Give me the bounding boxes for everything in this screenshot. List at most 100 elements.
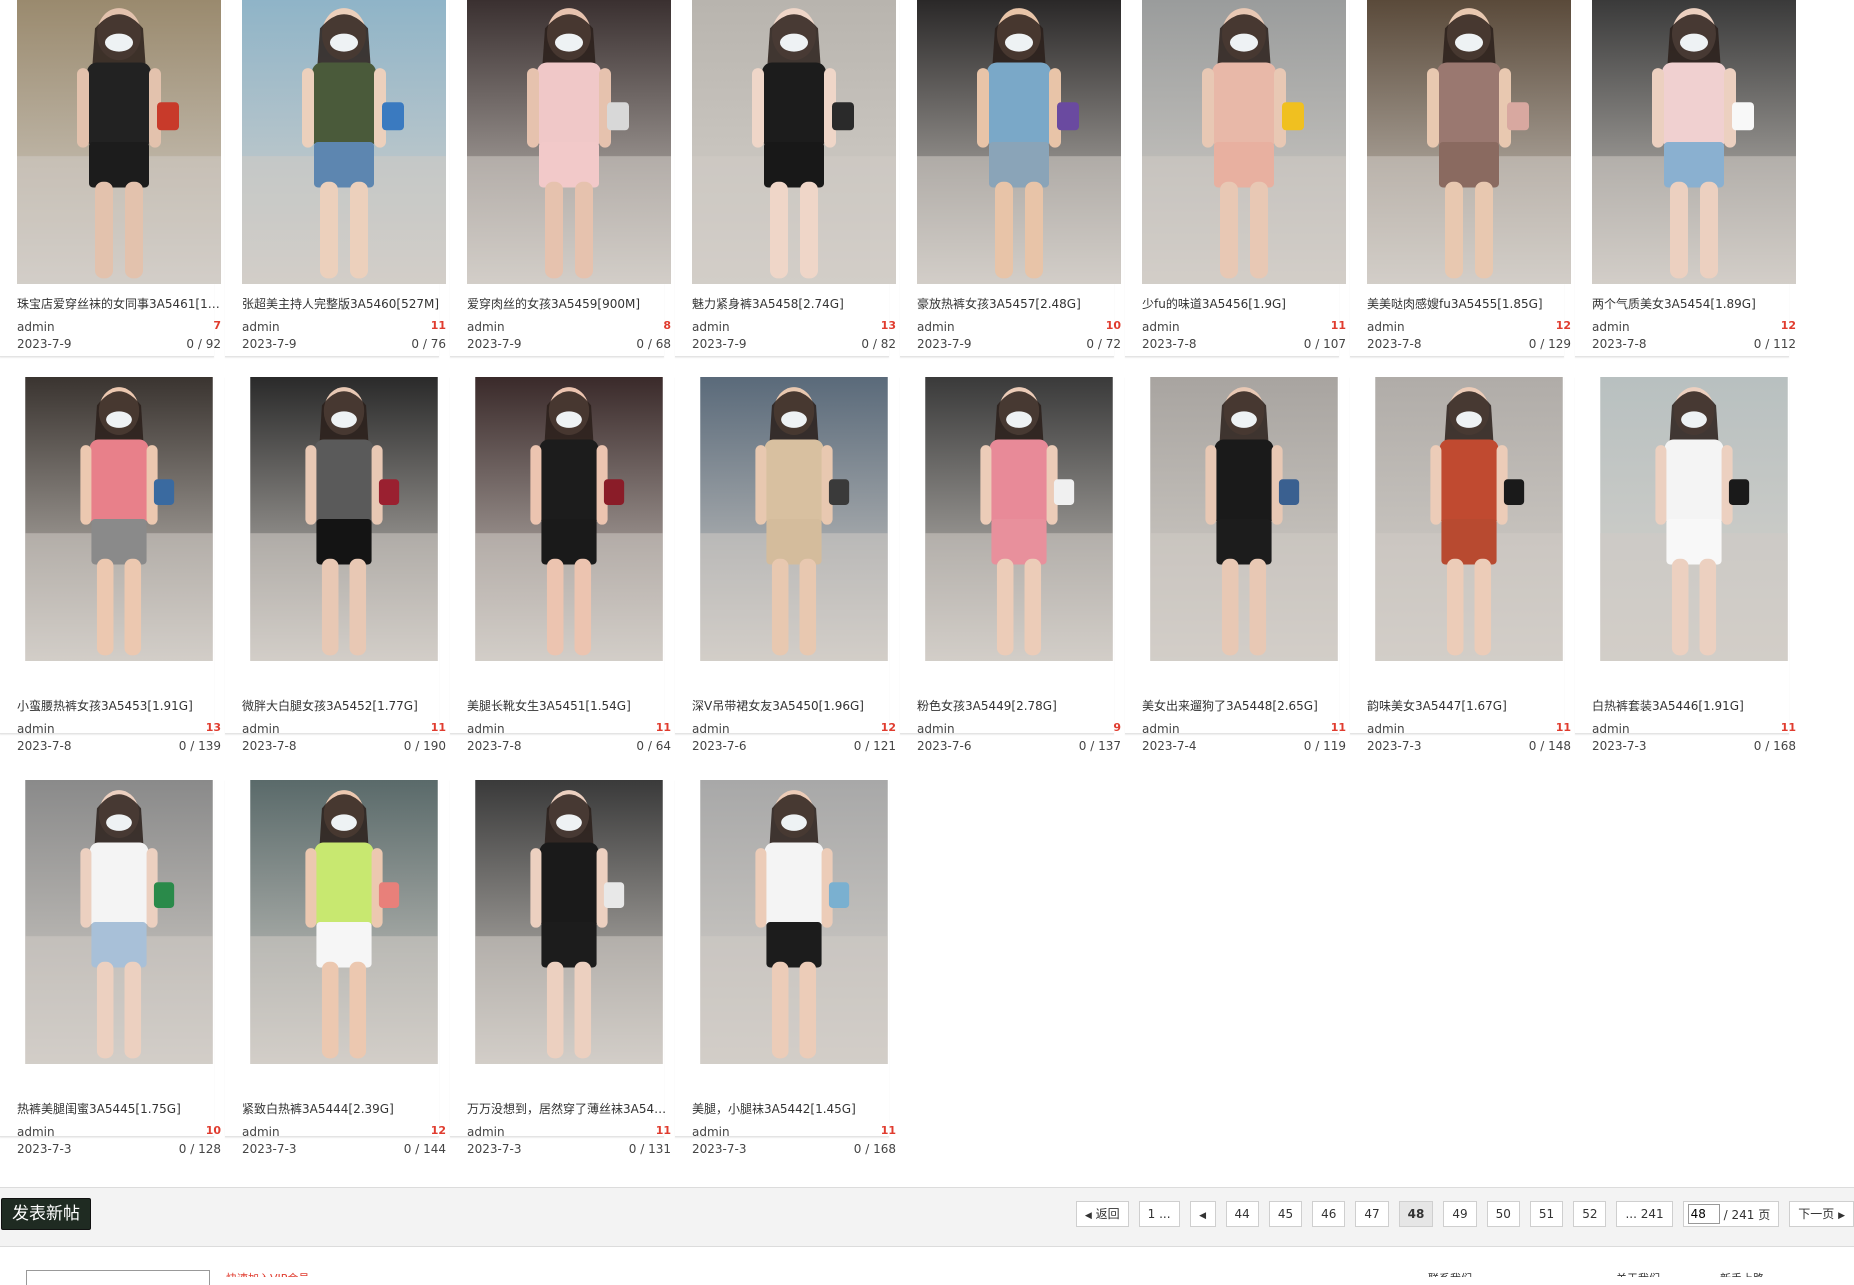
thread-author[interactable]: admin	[917, 320, 955, 334]
thread-thumbnail[interactable]	[1592, 377, 1796, 686]
thread-date: 2023-7-8	[467, 739, 522, 753]
thread-thumbnail[interactable]	[917, 0, 1121, 284]
photo-image	[700, 780, 888, 1064]
thread-title-link[interactable]: 小蛮腰热裤女孩3A5453[1.91G]	[17, 698, 221, 714]
footer-about-link[interactable]: 关于我们	[1616, 1270, 1660, 1277]
thread-thumbnail[interactable]	[242, 0, 446, 284]
page-51[interactable]: 51	[1529, 1201, 1564, 1227]
thread-title-link[interactable]: 豪放热裤女孩3A5457[2.48G]	[917, 296, 1121, 312]
page-47[interactable]: 47	[1355, 1201, 1389, 1227]
thread-thumbnail[interactable]	[692, 377, 896, 686]
thread-title-link[interactable]: 珠宝店爱穿丝袜的女同事3A5461[10...	[17, 296, 221, 312]
thread-title-link[interactable]: 韵味美女3A5447[1.67G]	[1367, 698, 1571, 714]
thread-date: 2023-7-8	[1142, 337, 1197, 351]
reply-count: 11	[1330, 319, 1346, 332]
thread-title-link[interactable]: 万万没想到，居然穿了薄丝袜3A544...	[467, 1101, 671, 1117]
thread-author[interactable]: admin	[692, 722, 730, 736]
thread-author[interactable]: admin	[17, 320, 55, 334]
thread-thumbnail[interactable]	[467, 377, 671, 686]
page-49[interactable]: 49	[1443, 1201, 1477, 1227]
thread-thumbnail[interactable]	[242, 377, 446, 686]
thread-title-link[interactable]: 美腿长靴女生3A5451[1.54G]	[467, 698, 671, 714]
thread-title-link[interactable]: 美腿，小腿袜3A5442[1.45G]	[692, 1101, 896, 1117]
footer-newbie-link[interactable]: 新手上路	[1720, 1270, 1764, 1277]
page-50[interactable]: 50	[1486, 1201, 1520, 1227]
thread-author[interactable]: admin	[1592, 320, 1630, 334]
thread-card: 深V吊带裙女友3A5450[1.96G] admin 12 2023-7-6 0 / 1…	[675, 377, 896, 753]
page-52[interactable]: 52	[1573, 1201, 1607, 1227]
thread-date: 2023-7-3	[467, 1142, 522, 1156]
back-button[interactable]: ◀ 返回	[1075, 1201, 1129, 1227]
footer-contact-link[interactable]: 联系我们	[1428, 1270, 1472, 1277]
thread-date: 2023-7-3	[242, 1142, 297, 1156]
thread-author[interactable]: admin	[17, 1125, 55, 1139]
view-count: 0 / 168	[853, 1142, 896, 1156]
thread-author[interactable]: admin	[242, 320, 280, 334]
thread-date: 2023-7-9	[242, 337, 297, 351]
thread-date: 2023-7-6	[917, 739, 972, 753]
thread-author[interactable]: admin	[692, 320, 730, 334]
thread-thumbnail[interactable]	[242, 780, 446, 1089]
thread-title-link[interactable]: 两个气质美女3A5454[1.89G]	[1592, 296, 1796, 312]
footer-vip-link[interactable]: 快速加入VIP会员	[226, 1270, 309, 1277]
thread-thumbnail[interactable]	[17, 377, 221, 686]
thread-author[interactable]: admin	[1142, 320, 1180, 334]
page-jump-input[interactable]	[1687, 1204, 1720, 1224]
view-count: 0 / 112	[1753, 337, 1796, 351]
thread-thumbnail[interactable]	[17, 780, 221, 1089]
thread-author[interactable]: admin	[242, 1125, 280, 1139]
thread-thumbnail[interactable]	[467, 780, 671, 1089]
page-44[interactable]: 44	[1225, 1201, 1259, 1227]
thread-author[interactable]: admin	[242, 722, 280, 736]
thread-thumbnail[interactable]	[17, 0, 221, 284]
thread-thumbnail[interactable]	[692, 0, 896, 284]
thread-author[interactable]: admin	[692, 1125, 730, 1139]
thread-author[interactable]: admin	[467, 722, 505, 736]
thread-title-link[interactable]: 紧致白热裤3A5444[2.39G]	[242, 1101, 446, 1117]
thread-author[interactable]: admin	[1592, 722, 1630, 736]
thread-card: 微胖大白腿女孩3A5452[1.77G] admin 11 2023-7-8 0 / 1…	[225, 377, 446, 753]
reply-count: 7	[213, 319, 221, 332]
page-46[interactable]: 46	[1312, 1201, 1346, 1227]
thread-author[interactable]: admin	[467, 320, 505, 334]
reply-count: 10	[1105, 319, 1121, 332]
thread-thumbnail[interactable]	[692, 780, 896, 1089]
thread-thumbnail[interactable]	[917, 377, 1121, 686]
thread-author[interactable]: admin	[917, 722, 955, 736]
thread-thumbnail[interactable]	[1367, 0, 1571, 284]
thread-thumbnail[interactable]	[1592, 0, 1796, 284]
thread-thumbnail[interactable]	[1367, 377, 1571, 686]
thread-card: 豪放热裤女孩3A5457[2.48G] admin 10 2023-7-9 0 / 72	[900, 0, 1121, 357]
thread-title-link[interactable]: 美女出来遛狗了3A5448[2.65G]	[1142, 698, 1346, 714]
thread-title-link[interactable]: 微胖大白腿女孩3A5452[1.77G]	[242, 698, 446, 714]
thread-title-link[interactable]: 白热裤套装3A5446[1.91G]	[1592, 698, 1796, 714]
prev-page-button[interactable]: ◀	[1189, 1201, 1216, 1227]
thread-title-link[interactable]: 热裤美腿闺蜜3A5445[1.75G]	[17, 1101, 221, 1117]
page-last[interactable]: ... 241	[1616, 1201, 1673, 1227]
thread-title-link[interactable]: 魅力紧身裤3A5458[2.74G]	[692, 296, 896, 312]
thread-author[interactable]: admin	[17, 722, 55, 736]
thread-date: 2023-7-3	[692, 1142, 747, 1156]
view-count: 0 / 72	[1086, 337, 1121, 351]
new-post-button[interactable]: 发表新帖	[1, 1198, 91, 1230]
thread-title-link[interactable]: 美美哒肉感嫂fu3A5455[1.85G]	[1367, 296, 1571, 312]
thread-title-link[interactable]: 张超美主持人完整版3A5460[527M]	[242, 296, 446, 312]
page-45[interactable]: 45	[1268, 1201, 1303, 1227]
thread-title-link[interactable]: 爱穿肉丝的女孩3A5459[900M]	[467, 296, 671, 312]
next-page-button[interactable]: 下一页 ▶	[1789, 1201, 1854, 1227]
page-first[interactable]: 1 ...	[1138, 1201, 1180, 1227]
thread-thumbnail[interactable]	[1142, 0, 1346, 284]
thread-date: 2023-7-3	[1592, 739, 1647, 753]
thread-thumbnail[interactable]	[467, 0, 671, 284]
thread-title-link[interactable]: 深V吊带裙女友3A5450[1.96G]	[692, 698, 896, 714]
thread-thumbnail[interactable]	[1142, 377, 1346, 686]
view-count: 0 / 148	[1528, 739, 1571, 753]
thread-author[interactable]: admin	[1367, 722, 1405, 736]
thread-author[interactable]: admin	[1367, 320, 1405, 334]
thread-title-link[interactable]: 少fu的味道3A5456[1.9G]	[1142, 296, 1346, 312]
thread-card: 热裤美腿闺蜜3A5445[1.75G] admin 10 2023-7-3 0 / 12…	[0, 780, 221, 1156]
thread-title-link[interactable]: 粉色女孩3A5449[2.78G]	[917, 698, 1121, 714]
thread-author[interactable]: admin	[1142, 722, 1180, 736]
reply-count: 8	[663, 319, 671, 332]
thread-author[interactable]: admin	[467, 1125, 505, 1139]
